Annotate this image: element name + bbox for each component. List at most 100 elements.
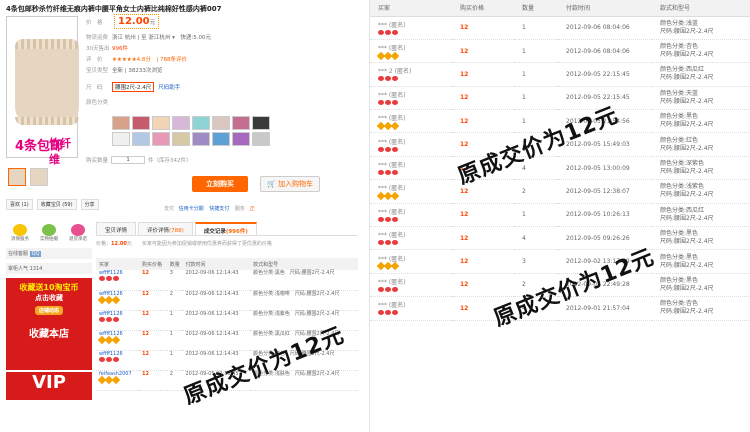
vip-banner[interactable]: VIP <box>6 372 92 400</box>
color-swatches <box>112 116 332 146</box>
left-record-row: wffff1126 12 2 2012-09-06 12:14:43 颜色分类:浅咖啡 … <box>96 290 358 311</box>
color-swatch-15[interactable] <box>232 132 250 146</box>
buyer-name[interactable]: *** (匿名) <box>370 273 452 298</box>
service-tag: 正 <box>249 206 255 212</box>
payment-row: 支付 信用卡分期 快捷支付 服务 正 <box>164 205 254 212</box>
diamond-icon <box>111 295 121 304</box>
heart-icon <box>385 76 391 82</box>
buyer-name[interactable]: wffff1126 <box>96 330 139 351</box>
buy-qty: 1 <box>514 132 558 157</box>
pay-time: 2012-09-05 15:49:03 <box>558 132 652 157</box>
buyer-name[interactable]: *** (匿名) <box>370 156 452 181</box>
service-icon-3[interactable]: 退货承诺 <box>66 224 90 242</box>
color-swatch-13[interactable] <box>192 132 210 146</box>
heart-icon <box>385 146 391 152</box>
heart-icon <box>113 356 119 362</box>
buyer-name[interactable]: *** (匿名) <box>370 179 452 204</box>
product-info: 价 格 12.00元 物流运费 浙江 杭州 | 至 浙江杭州 ▾ 快递:5.00元… <box>86 14 358 107</box>
buy-price: 12 <box>138 350 167 371</box>
tab-details[interactable]: 宝贝详情 <box>96 222 137 235</box>
pay-time: 2012-09-05 13:00:09 <box>558 156 652 181</box>
banner-line2: 点击收藏 <box>35 294 63 302</box>
quantity-input[interactable] <box>111 156 146 164</box>
color-swatch-3[interactable] <box>152 116 170 130</box>
color-swatch-6[interactable] <box>212 116 230 130</box>
service-icon-2[interactable]: 实物拍摄 <box>37 224 61 242</box>
style-model: 颜色分类:红色 尺码:腰围2尺-2.4尺 <box>652 132 750 157</box>
buy-now-button[interactable]: 立刻购买 <box>192 176 248 192</box>
service-icon-1[interactable]: 消保服务 <box>8 224 32 242</box>
buy-price: 12 <box>452 179 514 204</box>
buy-qty: 4 <box>514 156 558 181</box>
right-record-row: *** (匿名) 12 1 2012-09-05 22:15:45 颜色分类:天蓝 尺码:… <box>370 86 750 111</box>
banner-button[interactable]: 店铺动态 <box>34 306 63 315</box>
pay-time: 2012-09-06 12:14:43 <box>182 290 251 311</box>
style-model: 颜色分类:西瓜红 尺码:腰围2尺-2.4尺 <box>652 203 750 228</box>
tab-reviews[interactable]: 评价详情(788) <box>138 222 193 235</box>
color-swatch-7[interactable] <box>232 116 250 130</box>
collect-shop-banner[interactable]: 收藏送10淘宝币 点击收藏 店铺动态 收藏本店 <box>6 278 92 370</box>
color-swatch-4[interactable] <box>172 116 190 130</box>
heart-icon <box>99 316 105 322</box>
left-records-header: 买家 购买价格 数量 付款时间 款式和型号 <box>96 258 358 270</box>
price-label: 价 格 <box>86 19 103 26</box>
price-box: 12.00元 <box>114 14 160 29</box>
color-swatch-8[interactable] <box>252 116 270 130</box>
color-swatch-9[interactable] <box>112 132 130 146</box>
color-swatch-5[interactable] <box>192 116 210 130</box>
color-swatch-10[interactable] <box>132 132 150 146</box>
diamond-icon <box>390 51 400 60</box>
buyer-name[interactable]: wffff1126 <box>96 350 139 371</box>
thumbnail-2[interactable] <box>30 168 48 186</box>
color-swatch-1[interactable] <box>112 116 130 130</box>
rating-value[interactable]: ★★★★★4.8分 | 788条评价 <box>112 55 187 63</box>
buyer-name[interactable]: *** (匿名) <box>370 86 452 111</box>
buyer-name[interactable]: *** (匿名) <box>370 109 452 134</box>
heart-icon <box>392 310 398 316</box>
online-service[interactable]: 在线客服 QQ <box>6 248 92 259</box>
buyer-name[interactable]: *** (匿名) <box>370 16 452 40</box>
buyer-name[interactable]: wffff1126 <box>96 310 139 331</box>
heart-icon <box>385 216 391 222</box>
buyer-name[interactable]: *** 2 (匿名) <box>370 62 452 87</box>
tab-records[interactable]: 成交记录(996件) <box>194 222 257 235</box>
buyer-name[interactable]: *** (匿名) <box>370 226 452 251</box>
shipping-value[interactable]: 浙江 杭州 | 至 浙江杭州 ▾ 快递:5.00元 <box>112 33 211 41</box>
buyer-name[interactable]: *** (匿名) <box>370 132 452 157</box>
size-helper-link[interactable]: 尺码助手 <box>158 83 180 91</box>
buyer-name[interactable]: wffff1126 <box>96 270 139 291</box>
quantity-row: 购买数量 件（库存342件） <box>86 156 192 164</box>
thumbnail-1[interactable] <box>8 168 26 186</box>
product-main-image[interactable]: 4条包邮 竹纤维 <box>6 16 79 166</box>
thumbnail-strip <box>8 168 48 186</box>
color-swatch-12[interactable] <box>172 132 190 146</box>
buy-price: 12 <box>452 203 514 228</box>
color-swatch-16[interactable] <box>252 132 270 146</box>
pay-method-1[interactable]: 信用卡分期 <box>179 206 204 212</box>
buyer-name[interactable]: *** (匿名) <box>370 249 452 274</box>
share-button[interactable]: 分享 <box>80 199 99 210</box>
like-button[interactable]: 喜欢 (1) <box>6 199 33 210</box>
buyer-name[interactable]: wffff1126 <box>96 290 139 311</box>
buyer-name[interactable]: feifeash2007 <box>96 370 139 391</box>
buy-price: 12 <box>452 132 514 157</box>
buy-qty: 1 <box>514 109 558 134</box>
color-swatch-2[interactable] <box>132 116 150 130</box>
return-icon <box>71 224 85 236</box>
buyer-name[interactable]: *** (匿名) <box>370 296 452 321</box>
color-swatch-11[interactable] <box>152 132 170 146</box>
size-option-selected[interactable]: 腰围2尺-2.4尺 <box>112 81 155 92</box>
style-model: 颜色分类:浅紫色 尺码:腰围2尺-2.4尺 <box>652 179 750 204</box>
color-swatch-14[interactable] <box>212 132 230 146</box>
buy-price: 12 <box>452 156 514 181</box>
collect-button[interactable]: 收藏宝贝 (59) <box>36 199 77 210</box>
buyer-name[interactable]: *** (匿名) <box>370 39 452 64</box>
buyer-name[interactable]: *** (匿名) <box>370 203 452 228</box>
style-model: 颜色分类:浅咖啡 尺码:腰围2尺-2.4尺 <box>250 290 358 311</box>
pay-method-2[interactable]: 快捷支付 <box>209 206 229 212</box>
add-to-cart-button[interactable]: 🛒 加入购物车 <box>260 176 320 192</box>
buy-qty: 1 <box>514 62 558 87</box>
pay-time: 2012-09-05 22:15:45 <box>558 62 652 87</box>
buy-price: 12 <box>452 226 514 251</box>
diamond-icon <box>111 375 121 384</box>
